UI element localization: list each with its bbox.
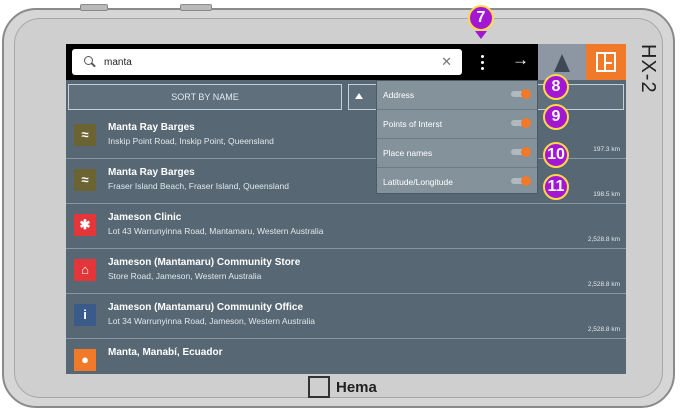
result-address: Lot 34 Warrunyinna Road, Jameson, Wester… <box>108 316 315 326</box>
filter-label: Address <box>383 90 415 100</box>
filter-option-points-of-interest[interactable]: Points of Interst <box>377 110 537 139</box>
results-list: ≈ Manta Ray Barges Inskip Point Road, In… <box>66 114 626 374</box>
result-distance: 2,528.8 km <box>587 281 620 288</box>
toggle-switch[interactable] <box>511 89 531 99</box>
list-item[interactable]: i Jameson (Mantamaru) Community Office L… <box>66 294 626 339</box>
toggle-switch[interactable] <box>511 118 531 128</box>
water-icon: ≈ <box>74 169 96 191</box>
list-item[interactable]: ≈ Manta Ray Barges Inskip Point Road, In… <box>66 114 626 159</box>
toggle-switch[interactable] <box>511 176 531 186</box>
top-bar: manta ✕ → <box>66 44 626 80</box>
callout-badge: 11 <box>543 174 569 200</box>
filter-label: Latitude/Longitude <box>383 177 453 187</box>
device-brand: Hema <box>308 376 377 398</box>
callout-badge: 7 <box>468 5 494 31</box>
callout-badge: 8 <box>543 74 569 100</box>
result-address: Fraser Island Beach, Fraser Island, Quee… <box>108 181 289 191</box>
medical-icon: ✱ <box>74 214 96 236</box>
chevron-up-icon <box>355 93 363 99</box>
result-address: Store Road, Jameson, Western Australia <box>108 271 262 281</box>
callout-pointer <box>475 31 487 39</box>
location-pin-icon: ● <box>74 349 96 371</box>
result-title: Manta Ray Barges <box>108 122 195 133</box>
filter-option-lat-long[interactable]: Latitude/Longitude <box>377 168 537 196</box>
callout-badge: 9 <box>543 104 569 130</box>
search-input[interactable]: manta ✕ <box>72 49 462 75</box>
water-icon: ≈ <box>74 124 96 146</box>
info-icon: i <box>74 304 96 326</box>
list-item[interactable]: ✱ Jameson Clinic Lot 43 Warrunyinna Road… <box>66 204 626 249</box>
hema-logo-icon <box>596 52 616 72</box>
hema-home-button[interactable] <box>586 44 626 80</box>
forward-arrow-icon[interactable]: → <box>512 50 529 70</box>
clear-icon[interactable]: ✕ <box>441 54 452 70</box>
search-filter-menu: Address Points of Interst Place names La… <box>376 80 538 194</box>
result-distance: 2,528.8 km <box>587 326 620 333</box>
result-distance: 197.3 km <box>593 146 620 153</box>
filter-option-place-names[interactable]: Place names <box>377 139 537 168</box>
store-icon: ⌂ <box>74 259 96 281</box>
list-item[interactable]: ⌂ Jameson (Mantamaru) Community Store St… <box>66 249 626 294</box>
screen: manta ✕ → SORT BY NAME ≈ Manta Ray Barge… <box>66 44 626 374</box>
search-query: manta <box>104 56 132 68</box>
device-model-label: HX-2 <box>637 44 659 94</box>
result-title: Manta Ray Barges <box>108 167 195 178</box>
callout-badge: 10 <box>543 142 569 168</box>
hema-logo-icon <box>308 376 330 398</box>
sort-by-name-button[interactable]: SORT BY NAME <box>68 84 342 110</box>
filter-option-address[interactable]: Address <box>377 81 537 110</box>
filter-label: Place names <box>383 148 433 158</box>
result-title: Manta, Manabí, Ecuador <box>108 347 223 358</box>
result-title: Jameson Clinic <box>108 212 182 223</box>
filter-label: Points of Interst <box>383 119 443 129</box>
brand-name: Hema <box>336 378 377 396</box>
result-title: Jameson (Mantamaru) Community Office <box>108 302 304 313</box>
result-address: Inskip Point Road, Inskip Point, Queensl… <box>108 136 274 146</box>
result-address: Lot 43 Warrunyinna Road, Mantamaru, West… <box>108 226 324 236</box>
toggle-switch[interactable] <box>511 147 531 157</box>
device-button <box>80 4 108 11</box>
result-title: Jameson (Mantamaru) Community Store <box>108 257 301 268</box>
search-icon <box>84 56 96 68</box>
list-item[interactable]: ≈ Manta Ray Barges Fraser Island Beach, … <box>66 159 626 204</box>
device-button <box>180 4 212 11</box>
list-item[interactable]: ● Manta, Manabí, Ecuador <box>66 339 626 374</box>
result-distance: 198.5 km <box>593 191 620 198</box>
more-options-icon[interactable] <box>478 52 486 72</box>
result-distance: 2,528.8 km <box>587 236 620 243</box>
